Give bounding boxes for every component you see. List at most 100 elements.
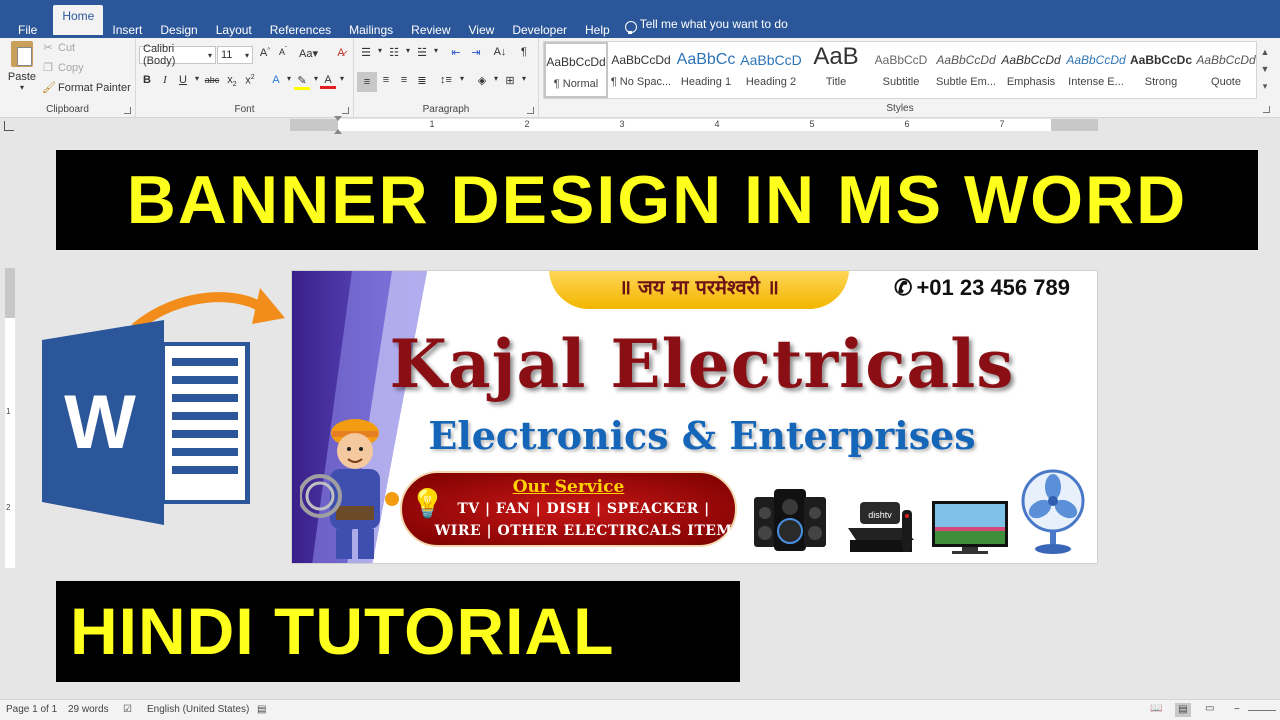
thumbnail-subtitle: HINDI TUTORIAL	[70, 594, 615, 668]
scissors-icon: ✂	[43, 42, 53, 54]
copy-button[interactable]: ❐ Copy	[42, 61, 84, 75]
ruler-left-margin	[290, 119, 338, 131]
decrease-indent-icon[interactable]: ⇤	[448, 46, 464, 59]
tell-me-box[interactable]: Tell me what you want to do	[619, 10, 788, 38]
pilcrow-icon[interactable]: ¶	[516, 46, 532, 58]
read-mode-icon[interactable]: 📖	[1150, 703, 1166, 717]
styles-scroll[interactable]: ▲ ▼ ▾	[1258, 44, 1272, 95]
paintbrush-icon: 🖌	[42, 82, 56, 94]
word-count[interactable]: 29 words	[68, 704, 109, 715]
bold-icon[interactable]: B	[139, 74, 155, 86]
clear-formatting-icon[interactable]: A̷	[333, 47, 349, 59]
tab-selector-icon[interactable]	[4, 121, 14, 131]
style-preview: AaBbCc	[676, 51, 736, 68]
style-heading-1[interactable]: AaBbCc Heading 1	[674, 42, 738, 98]
style-preview: AaBbCcDd	[1066, 53, 1126, 67]
font-name-select[interactable]: Calibri (Body) ▾	[139, 43, 216, 67]
tab-review[interactable]: Review	[402, 10, 459, 38]
format-painter-button[interactable]: 🖌 Format Painter	[42, 81, 131, 95]
style-normal[interactable]: AaBbCcDd ¶ Normal	[544, 42, 608, 98]
tab-mailings[interactable]: Mailings	[340, 10, 402, 38]
align-left-icon[interactable]: ≡	[357, 72, 377, 92]
tab-insert[interactable]: Insert	[103, 10, 151, 38]
shrink-font-icon[interactable]: Aˇ	[275, 47, 291, 57]
print-layout-icon[interactable]: ▤	[1175, 703, 1191, 717]
underline-dropdown-icon[interactable]: ▾	[189, 74, 205, 83]
page-count[interactable]: Page 1 of 1	[6, 704, 57, 715]
format-painter-label: Format Painter	[58, 81, 131, 94]
web-layout-icon[interactable]: ▭	[1205, 703, 1221, 717]
paragraph-group-label: Paragraph	[422, 104, 470, 115]
clipboard-group: Paste ▾ ✂ Cut ❐ Copy 🖌 Format Painter Cl…	[0, 38, 136, 118]
clipboard-launcher-icon[interactable]	[124, 107, 131, 114]
style-name: ¶ No Spac...	[610, 76, 672, 88]
style-title[interactable]: AaB Title	[804, 42, 868, 98]
tab-layout[interactable]: Layout	[207, 10, 261, 38]
align-right-icon[interactable]: ≡	[396, 74, 412, 86]
banner-design[interactable]: ॥ जय मा परमेश्वरी ॥ ✆ +01 23 456 789 Kaj…	[291, 270, 1098, 564]
indent-marker-icon[interactable]	[334, 116, 342, 136]
dth-box-illustration: dishtv	[848, 502, 914, 552]
style-preview: AaBbCcDd	[1196, 53, 1256, 67]
zoom-out-icon[interactable]: −	[1234, 704, 1240, 715]
change-case-icon[interactable]: Aa▾	[299, 47, 318, 60]
increase-indent-icon[interactable]: ⇥	[468, 46, 484, 59]
tab-developer[interactable]: Developer	[503, 10, 576, 38]
font-name-value: Calibri (Body)	[143, 43, 176, 67]
paragraph-group: ☰ ▾ ☷ ▾ ☱ ▾ ⇤ ⇥ A↓ ¶ ≡ ≡ ≡ ≣ ↕≡ ▾ ◈ ▾ ⊞ …	[354, 38, 539, 118]
justify-icon[interactable]: ≣	[414, 74, 430, 87]
chevron-up-icon[interactable]: ▲	[1258, 44, 1272, 61]
paste-button[interactable]: Paste ▾	[6, 41, 38, 95]
tab-references[interactable]: References	[261, 10, 340, 38]
font-size-value: 11	[221, 49, 233, 61]
style-quote[interactable]: AaBbCcDd Quote	[1194, 42, 1258, 98]
style-strong[interactable]: AaBbCcDc Strong	[1129, 42, 1193, 98]
multilevel-dropdown-icon[interactable]: ▾	[428, 46, 444, 55]
style-heading-2[interactable]: AaBbCcD Heading 2	[739, 42, 803, 98]
font-color-dropdown-icon[interactable]: ▾	[334, 74, 350, 83]
tab-view[interactable]: View	[460, 10, 504, 38]
horizontal-ruler[interactable]	[290, 119, 1098, 131]
subscript-icon[interactable]: x2	[224, 74, 240, 88]
style-no-spacing[interactable]: AaBbCcDd ¶ No Spac...	[609, 42, 673, 98]
zoom-slider[interactable]	[1248, 710, 1276, 711]
font-launcher-icon[interactable]	[342, 107, 349, 114]
grow-font-icon[interactable]: A^	[257, 47, 273, 59]
font-size-select[interactable]: 11 ▾	[217, 46, 253, 64]
clipboard-group-label: Clipboard	[46, 104, 89, 115]
tab-home[interactable]: Home	[53, 5, 104, 35]
style-name: Subtitle	[882, 76, 920, 88]
font-group: Calibri (Body) ▾ 11 ▾ A^ Aˇ Aa▾ A̷ B I U ▾…	[136, 38, 354, 118]
styles-launcher-icon[interactable]	[1263, 106, 1270, 113]
cut-button[interactable]: ✂ Cut	[42, 41, 75, 55]
line-spacing-dropdown-icon[interactable]: ▾	[454, 74, 470, 83]
italic-icon[interactable]: I	[157, 74, 173, 86]
tab-help[interactable]: Help	[576, 10, 619, 38]
ribbon-home: Paste ▾ ✂ Cut ❐ Copy 🖌 Format Painter Cl…	[0, 38, 1280, 118]
borders-dropdown-icon[interactable]: ▾	[516, 74, 532, 83]
align-center-icon[interactable]: ≡	[378, 74, 394, 86]
tab-design[interactable]: Design	[151, 10, 206, 38]
sort-icon[interactable]: A↓	[492, 46, 508, 58]
styles-gallery: AaBbCcDd ¶ Normal AaBbCcDd ¶ No Spac... …	[543, 41, 1257, 99]
line-spacing-icon[interactable]: ↕≡	[438, 74, 454, 86]
phone-icon: ✆	[894, 275, 913, 300]
chevron-down-icon[interactable]: ▼	[1258, 61, 1272, 78]
macro-record-icon[interactable]: ▤	[257, 704, 266, 715]
paste-dropdown-icon[interactable]: ▾	[6, 83, 38, 92]
style-subtle-emphasis[interactable]: AaBbCcDd Subtle Em...	[934, 42, 998, 98]
style-emphasis[interactable]: AaBbCcDd Emphasis	[999, 42, 1063, 98]
language-label[interactable]: English (United States)	[147, 704, 249, 715]
style-intense-emphasis[interactable]: AaBbCcDd Intense E...	[1064, 42, 1128, 98]
ruler-number: 1	[429, 119, 435, 129]
proofing-icon[interactable]: ☑	[123, 704, 132, 715]
style-name: Heading 2	[745, 76, 797, 88]
paragraph-launcher-icon[interactable]	[527, 107, 534, 114]
chevron-down-icon: ▾	[244, 50, 249, 60]
style-subtitle[interactable]: AaBbCcD Subtitle	[869, 42, 933, 98]
strikethrough-icon[interactable]: abc	[204, 75, 220, 85]
tab-file[interactable]: File	[0, 10, 53, 38]
more-styles-icon[interactable]: ▾	[1258, 78, 1272, 95]
style-preview: AaBbCcD	[740, 52, 802, 68]
superscript-icon[interactable]: x2	[242, 74, 258, 87]
